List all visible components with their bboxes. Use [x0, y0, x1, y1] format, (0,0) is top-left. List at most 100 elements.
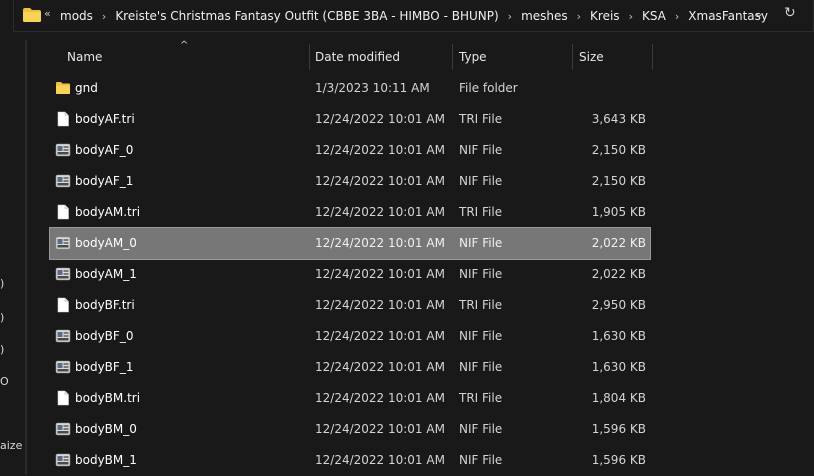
file-row[interactable]: bodyAF_1 12/24/2022 10:01 AM NIF File 2,150… [50, 166, 650, 197]
breadcrumb: mods › Kreiste's Christmas Fantasy Outfit … [60, 8, 768, 24]
file-type: NIF File [459, 329, 503, 343]
file-row[interactable]: bodyBF_1 12/24/2022 10:01 AM NIF File 1,630… [50, 352, 650, 383]
file-size: 1,804 KB [591, 391, 646, 405]
file-type: TRI File [459, 391, 503, 405]
breadcrumb-item[interactable]: Kreiste's Christmas Fantasy Outfit (CBBE… [115, 9, 498, 23]
file-name: bodyAF_1 [75, 174, 134, 188]
file-type: TRI File [459, 112, 503, 126]
file-name: bodyBF_0 [75, 329, 134, 343]
nif-file-icon [55, 174, 71, 188]
file-type: TRI File [459, 205, 503, 219]
file-date-modified: 12/24/2022 10:01 AM [315, 267, 445, 281]
file-type: NIF File [459, 422, 503, 436]
column-header-label: Type [459, 50, 487, 64]
file-name: bodyAF.tri [75, 112, 135, 126]
file-size: 1,630 KB [591, 360, 646, 374]
file-name: gnd [75, 81, 98, 95]
file-row[interactable]: bodyAF_0 12/24/2022 10:01 AM NIF File 2,150… [50, 135, 650, 166]
file-name: bodyAM.tri [75, 205, 141, 219]
file-size: 1,905 KB [591, 205, 646, 219]
column-header-date[interactable]: Date modified [310, 44, 452, 70]
file-row[interactable]: bodyAF.tri 12/24/2022 10:01 AM TRI File 3,6… [50, 104, 650, 135]
file-name: bodyBM_0 [75, 422, 137, 436]
file-date-modified: 12/24/2022 10:01 AM [315, 422, 445, 436]
refresh-icon[interactable]: ↻ [784, 5, 796, 21]
file-type: File folder [459, 81, 518, 95]
file-type: NIF File [459, 174, 503, 188]
file-date-modified: 12/24/2022 10:01 AM [315, 298, 445, 312]
nif-file-icon [55, 329, 71, 343]
file-type: TRI File [459, 298, 503, 312]
file-row[interactable]: bodyBM.tri 12/24/2022 10:01 AM TRI File 1,8… [50, 383, 650, 414]
file-size: 2,150 KB [591, 174, 646, 188]
file-type: NIF File [459, 236, 503, 250]
file-row[interactable]: bodyBM_1 12/24/2022 10:01 AM NIF File 1,596… [50, 445, 650, 476]
file-name: bodyBF_1 [75, 360, 134, 374]
breadcrumb-separator-icon[interactable]: › [577, 10, 581, 23]
breadcrumb-overflow-icon[interactable]: « [44, 7, 51, 20]
file-size: 1,596 KB [591, 453, 646, 467]
file-row[interactable]: bodyBF.tri 12/24/2022 10:01 AM TRI File 2,9… [50, 290, 650, 321]
nav-fragment[interactable]: ) [0, 277, 4, 290]
breadcrumb-item[interactable]: KSA [642, 9, 666, 23]
file-type: NIF File [459, 267, 503, 281]
column-header-type[interactable]: Type [453, 44, 571, 70]
file-date-modified: 12/24/2022 10:01 AM [315, 205, 445, 219]
file-row[interactable]: bodyAM_0 12/24/2022 10:01 AM NIF File 2,022… [49, 227, 651, 260]
file-row[interactable]: bodyBM_0 12/24/2022 10:01 AM NIF File 1,596… [50, 414, 650, 445]
breadcrumb-separator-icon[interactable]: › [629, 10, 633, 23]
file-size: 2,022 KB [591, 236, 646, 250]
column-header-size[interactable]: Size [573, 44, 651, 70]
nav-fragment[interactable]: O [0, 375, 9, 388]
file-row[interactable]: bodyBF_0 12/24/2022 10:01 AM NIF File 1,630… [50, 321, 650, 352]
file-row[interactable]: bodyAM_1 12/24/2022 10:01 AM NIF File 2,022… [50, 259, 650, 290]
file-name: bodyAM_0 [75, 236, 137, 250]
file-name: bodyBM.tri [75, 391, 141, 405]
breadcrumb-separator-icon[interactable]: › [102, 10, 106, 23]
address-bar[interactable]: « mods › Kreiste's Christmas Fantasy Outfi… [13, 0, 814, 32]
nav-fragment[interactable]: ) [0, 311, 4, 324]
file-type: NIF File [459, 143, 503, 157]
folder-icon [23, 8, 41, 22]
file-date-modified: 1/3/2023 10:11 AM [315, 81, 430, 95]
breadcrumb-separator-icon[interactable]: › [508, 10, 512, 23]
file-type: NIF File [459, 360, 503, 374]
file-date-modified: 12/24/2022 10:01 AM [315, 360, 445, 374]
file-row[interactable]: gnd 1/3/2023 10:11 AM File folder [50, 73, 650, 104]
file-date-modified: 12/24/2022 10:01 AM [315, 174, 445, 188]
breadcrumb-separator-icon[interactable]: › [675, 10, 679, 23]
breadcrumb-item[interactable]: meshes [521, 9, 568, 23]
file-size: 2,150 KB [591, 143, 646, 157]
navigation-pane[interactable]: ) ) ) O aize [0, 40, 30, 475]
folder-icon [56, 82, 70, 94]
column-header-label: Name [67, 50, 103, 64]
document-icon [57, 390, 69, 406]
nav-fragment[interactable]: ) [0, 343, 4, 356]
document-icon [57, 111, 69, 127]
file-row[interactable]: bodyAM.tri 12/24/2022 10:01 AM TRI File 1,9… [50, 197, 650, 228]
column-divider[interactable] [652, 44, 653, 70]
chevron-down-icon[interactable]: ⌄ [754, 6, 764, 20]
file-name: bodyBM_1 [75, 453, 137, 467]
file-size: 1,596 KB [591, 422, 646, 436]
column-header-label: Size [579, 50, 604, 64]
file-name: bodyAF_0 [75, 143, 134, 157]
file-name: bodyAM_1 [75, 267, 137, 281]
breadcrumb-item[interactable]: mods [60, 9, 93, 23]
nif-file-icon [55, 267, 71, 281]
file-date-modified: 12/24/2022 10:01 AM [315, 391, 445, 405]
nav-scrollbar[interactable] [25, 40, 27, 475]
document-icon [57, 297, 69, 313]
file-name: bodyBF.tri [75, 298, 135, 312]
file-date-modified: 12/24/2022 10:01 AM [315, 143, 445, 157]
document-icon [57, 204, 69, 220]
nif-file-icon [55, 143, 71, 157]
file-date-modified: 12/24/2022 10:01 AM [315, 329, 445, 343]
column-header-name[interactable]: Name [60, 44, 308, 70]
column-header-label: Date modified [315, 50, 401, 64]
nav-fragment[interactable]: aize [0, 439, 22, 452]
file-size: 2,950 KB [591, 298, 646, 312]
nif-file-icon [55, 422, 71, 436]
breadcrumb-item[interactable]: Kreis [590, 9, 620, 23]
file-size: 1,630 KB [591, 329, 646, 343]
